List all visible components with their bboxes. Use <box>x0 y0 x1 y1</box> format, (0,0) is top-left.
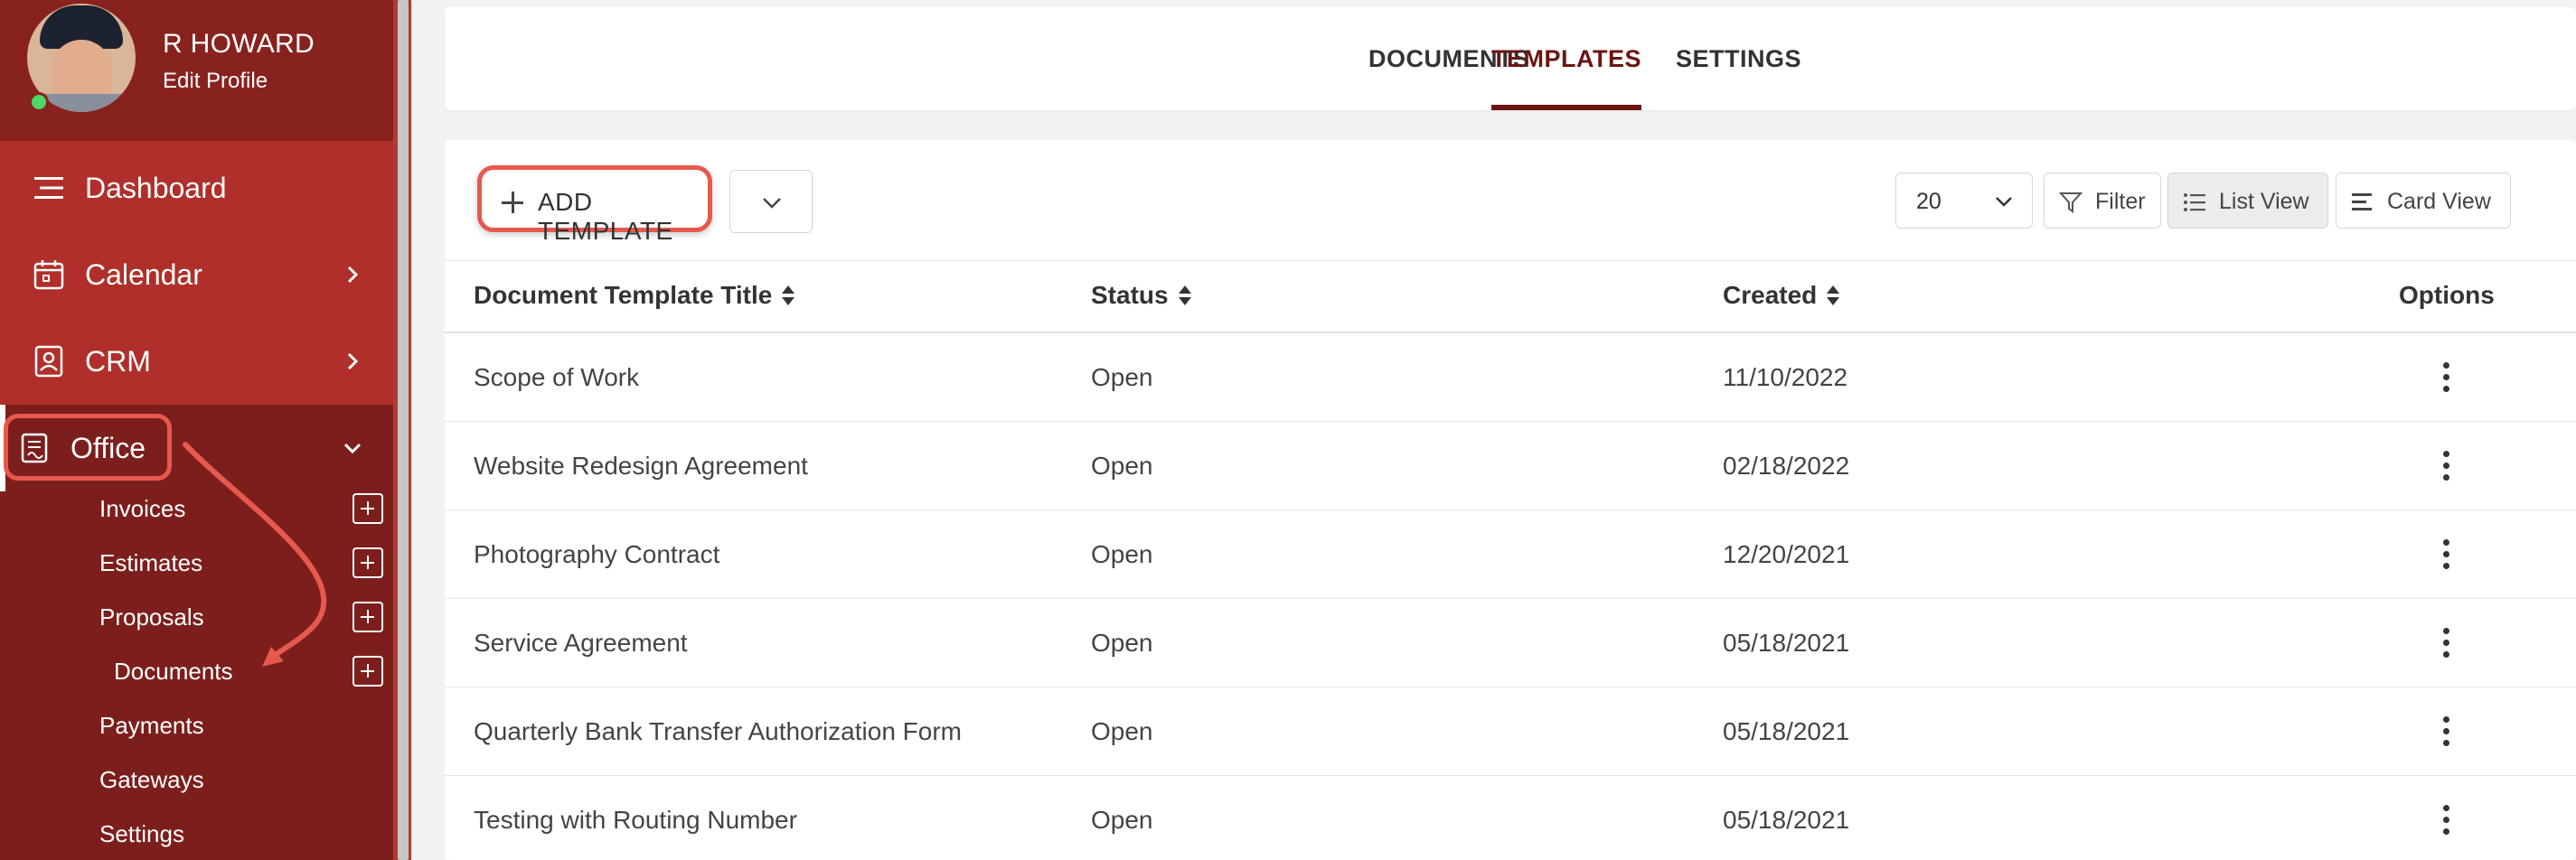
cell-status: Open <box>1091 629 1153 657</box>
column-header-created[interactable]: Created <box>1723 281 1840 310</box>
chevron-right-icon <box>347 266 359 284</box>
sort-icon <box>782 285 795 305</box>
cell-created: 05/18/2021 <box>1723 629 1850 657</box>
card-view-icon <box>2352 193 2372 210</box>
nav-item-calendar[interactable]: Calendar <box>0 231 398 318</box>
per-page-select[interactable]: 20 <box>1895 173 2033 229</box>
table-row[interactable]: Scope of Work Open 11/10/2022 <box>445 333 2576 422</box>
nav-label-dashboard: Dashboard <box>85 171 227 204</box>
per-page-value: 20 <box>1916 189 1941 214</box>
office-highlight-box <box>4 414 172 481</box>
submenu-proposals[interactable]: Proposals <box>99 603 204 631</box>
tab-templates[interactable]: TEMPLATES <box>1491 7 1641 110</box>
submenu-payments[interactable]: Payments <box>99 712 204 740</box>
nav-item-dashboard[interactable]: Dashboard <box>0 145 398 231</box>
chevron-down-icon <box>763 198 781 209</box>
table-row[interactable]: Quarterly Bank Transfer Authorization Fo… <box>445 687 2576 776</box>
more-options-icon[interactable] <box>2440 805 2451 836</box>
more-options-icon[interactable] <box>2440 362 2451 393</box>
cell-created: 05/18/2021 <box>1723 717 1850 745</box>
more-options-icon[interactable] <box>2440 451 2451 481</box>
cell-status: Open <box>1091 363 1153 391</box>
cell-created: 05/18/2021 <box>1723 806 1850 834</box>
filter-icon <box>2059 192 2082 213</box>
nav-label-crm: CRM <box>85 344 151 378</box>
cell-title[interactable]: Scope of Work <box>474 363 639 392</box>
contact-card-icon <box>31 343 67 379</box>
cell-status: Open <box>1091 452 1153 480</box>
submenu-settings[interactable]: Settings <box>99 820 184 848</box>
online-status-icon <box>29 92 49 112</box>
add-invoice-icon[interactable] <box>353 493 383 524</box>
plus-icon <box>502 192 523 213</box>
sidebar-scrollbar[interactable] <box>393 0 411 860</box>
table-row[interactable]: Testing with Routing Number Open 05/18/2… <box>445 776 2576 860</box>
add-template-dropdown-button[interactable] <box>729 170 813 233</box>
cell-title[interactable]: Website Redesign Agreement <box>474 452 808 481</box>
add-template-label: ADD TEMPLATE <box>538 188 673 245</box>
more-options-icon[interactable] <box>2440 716 2451 747</box>
cell-created: 12/20/2021 <box>1723 540 1850 568</box>
sidebar: R HOWARD Edit Profile Dashboard Calendar… <box>0 0 411 860</box>
column-header-status[interactable]: Status <box>1091 281 1192 310</box>
sidebar-scroll-thumb[interactable] <box>398 0 409 860</box>
submenu-documents[interactable]: Documents <box>114 658 233 686</box>
list-icon <box>2184 193 2205 211</box>
submenu-gateways[interactable]: Gateways <box>99 766 204 794</box>
cell-created: 11/10/2022 <box>1723 363 1848 391</box>
filter-label: Filter <box>2095 189 2146 214</box>
cell-status: Open <box>1091 717 1153 745</box>
tab-bar: DOCUMENTS TEMPLATES SETTINGS <box>445 7 2576 110</box>
sort-icon <box>1827 285 1840 305</box>
table-row[interactable]: Service Agreement Open 05/18/2021 <box>445 599 2576 687</box>
column-header-title[interactable]: Document Template Title <box>474 281 795 310</box>
nav-label-calendar: Calendar <box>85 257 202 291</box>
edit-profile-link[interactable]: Edit Profile <box>163 69 268 94</box>
user-name: R HOWARD <box>163 29 315 59</box>
templates-panel: ADD TEMPLATE 20 Filter List View Card Vi… <box>445 140 2576 860</box>
cell-status: Open <box>1091 540 1153 568</box>
add-document-icon[interactable] <box>353 656 383 687</box>
table-row[interactable]: Website Redesign Agreement Open 02/18/20… <box>445 422 2576 510</box>
chevron-down-icon <box>343 443 362 454</box>
submenu-invoices[interactable]: Invoices <box>99 495 185 523</box>
card-view-label: Card View <box>2387 189 2491 214</box>
nav-item-crm[interactable]: CRM <box>0 318 398 405</box>
chevron-down-icon <box>1996 197 2012 207</box>
more-options-icon[interactable] <box>2440 539 2451 570</box>
cell-title[interactable]: Testing with Routing Number <box>474 806 797 835</box>
hamburger-icon <box>31 170 67 206</box>
calendar-icon <box>31 257 67 293</box>
add-proposal-icon[interactable] <box>353 602 383 632</box>
column-header-options: Options <box>2399 281 2495 309</box>
card-view-button[interactable]: Card View <box>2336 173 2511 229</box>
chevron-right-icon <box>347 352 359 370</box>
table-row[interactable]: Photography Contract Open 12/20/2021 <box>445 510 2576 599</box>
list-view-button[interactable]: List View <box>2167 173 2328 229</box>
filter-button[interactable]: Filter <box>2044 173 2161 229</box>
add-estimate-icon[interactable] <box>353 547 383 578</box>
cell-created: 02/18/2022 <box>1723 452 1850 480</box>
cell-title[interactable]: Photography Contract <box>474 540 719 569</box>
cell-title[interactable]: Quarterly Bank Transfer Authorization Fo… <box>474 717 962 746</box>
cell-status: Open <box>1091 806 1153 834</box>
sort-icon <box>1178 285 1191 305</box>
main-content: DOCUMENTS TEMPLATES SETTINGS ADD TEMPLAT… <box>411 0 2576 860</box>
tab-settings[interactable]: SETTINGS <box>1676 7 1801 110</box>
list-view-label: List View <box>2219 189 2309 214</box>
cell-title[interactable]: Service Agreement <box>474 629 688 658</box>
submenu-estimates[interactable]: Estimates <box>99 549 202 577</box>
add-template-button[interactable]: ADD TEMPLATE <box>477 165 712 245</box>
divider <box>445 260 2576 261</box>
more-options-icon[interactable] <box>2440 628 2451 659</box>
